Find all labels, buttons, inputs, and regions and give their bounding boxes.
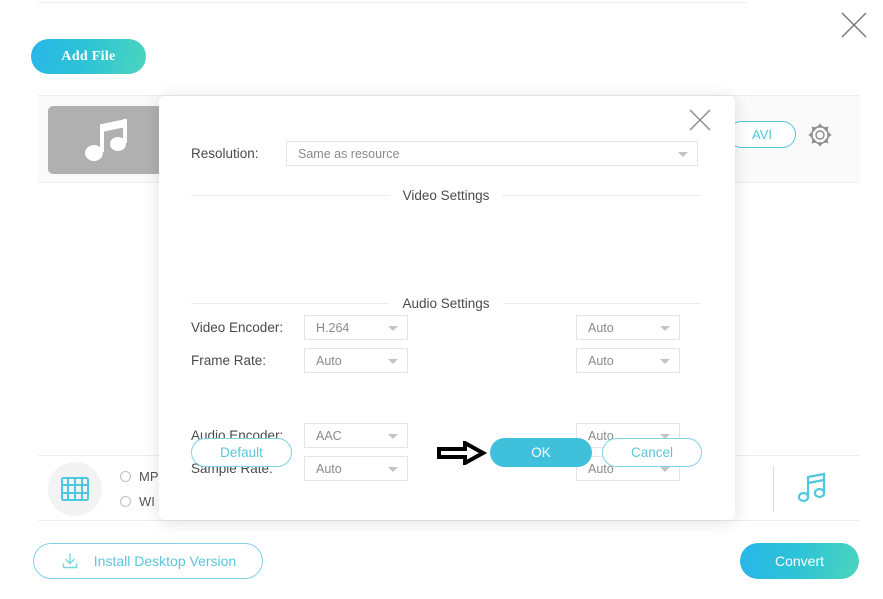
resolution-label: Resolution: [191,146,286,161]
radio-option[interactable]: MP [120,464,159,489]
audio-encoder-select[interactable]: AAC [304,423,408,448]
format-badge[interactable]: AVI [728,121,796,148]
dialog-resolution-row: Resolution: Same as resource [191,141,701,166]
divider-right [502,195,701,196]
video-settings-title: Video Settings [390,188,503,203]
top-divider [38,2,748,3]
audio-category-icon[interactable] [793,470,831,513]
radio-label: MP [139,469,159,484]
video-resolution-value: Auto [577,321,614,335]
frame-rate-row: Frame Rate: Auto Video Bitrate: Auto [191,348,703,373]
video-encoder-value: H.264 [305,321,349,335]
format-radio-group: MP WI [120,464,159,514]
chevron-down-icon [678,152,688,157]
video-encoder-row: Video Encoder: H.264 Resolution: Auto [191,315,703,340]
resolution-select[interactable]: Same as resource [286,141,698,166]
radio-circle-icon [120,471,131,482]
radio-circle-icon [120,496,131,507]
audio-settings-header: Audio Settings [191,296,701,311]
radio-option[interactable]: WI [120,489,159,514]
divider-right [503,303,701,304]
frame-rate-select[interactable]: Auto [304,348,408,373]
chevron-down-icon [388,359,398,364]
video-bitrate-select[interactable]: Auto [576,348,680,373]
chevron-down-icon [388,434,398,439]
radio-label: WI [139,494,155,509]
divider-left [191,195,390,196]
frame-rate-label: Frame Rate: [191,353,304,368]
gear-icon[interactable] [806,121,834,149]
video-bitrate-value: Auto [577,354,614,368]
ok-button[interactable]: OK [490,438,592,467]
video-encoder-select[interactable]: H.264 [304,315,408,340]
chevron-down-icon [660,326,670,331]
chevron-down-icon [660,467,670,472]
chevron-down-icon [660,359,670,364]
video-encoder-label: Video Encoder: [191,320,304,335]
convert-button[interactable]: Convert [740,543,859,579]
chevron-down-icon [388,326,398,331]
file-thumbnail [48,106,166,174]
audio-settings-title: Audio Settings [389,296,502,311]
video-resolution-select[interactable]: Auto [576,315,680,340]
app-window: Add File AVI [0,0,883,599]
divider-left [191,303,389,304]
video-resolution-label: Resolution: [408,320,576,335]
cancel-button[interactable]: Cancel [602,438,702,467]
install-desktop-version-button[interactable]: Install Desktop Version [33,543,263,579]
video-settings-header: Video Settings [191,188,701,203]
settings-dialog: Resolution: Same as resource Video Setti… [159,96,735,520]
sample-rate-select[interactable]: Auto [304,456,408,481]
close-icon[interactable] [837,8,871,42]
add-file-button[interactable]: Add File [31,39,146,74]
chevron-down-icon [388,467,398,472]
options-divider [773,466,774,512]
dialog-close-icon[interactable] [687,107,713,133]
frame-rate-value: Auto [305,354,342,368]
video-category-badge[interactable] [48,462,102,516]
sample-rate-value: Auto [305,462,342,476]
install-button-label: Install Desktop Version [94,553,236,569]
audio-encoder-value: AAC [305,429,342,443]
film-strip-icon [61,475,89,503]
video-bitrate-label: Video Bitrate: [408,353,576,368]
default-button[interactable]: Default [191,438,292,467]
download-icon [60,551,80,571]
music-note-icon [82,118,132,164]
resolution-value: Same as resource [287,147,399,161]
